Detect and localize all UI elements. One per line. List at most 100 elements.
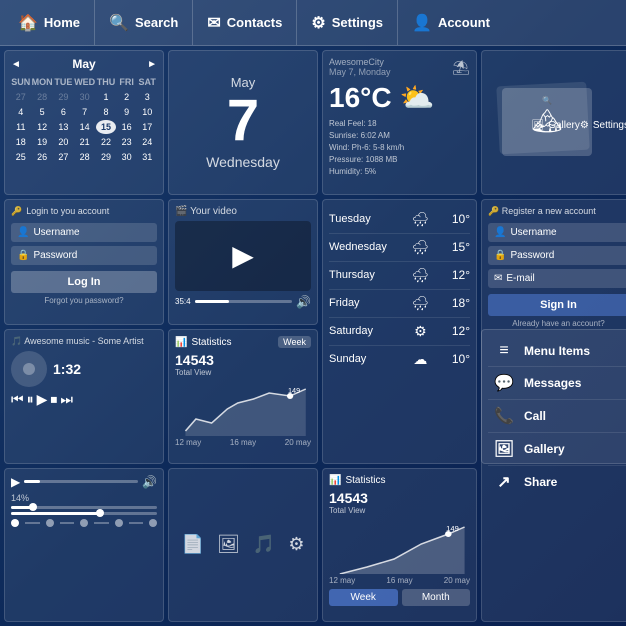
- cal-day[interactable]: 23: [117, 135, 137, 149]
- slider-2-fill: [11, 512, 99, 515]
- cal-day[interactable]: 8: [96, 105, 116, 119]
- cal-day[interactable]: 28: [74, 150, 95, 164]
- cal-day[interactable]: 2: [117, 90, 137, 104]
- cal-day[interactable]: 3: [137, 90, 157, 104]
- stats-week-btn[interactable]: Week: [278, 336, 311, 348]
- calendar-prev[interactable]: ◄: [11, 59, 21, 70]
- cal-day[interactable]: 14: [74, 120, 95, 134]
- volume-icon[interactable]: 🔊: [296, 295, 311, 309]
- forgot-link[interactable]: Forgot you password?: [11, 296, 157, 305]
- next-btn[interactable]: ⏭: [60, 391, 73, 408]
- cal-day-today[interactable]: 15: [96, 120, 116, 134]
- reg-password-field[interactable]: 🔒 Password: [488, 246, 626, 265]
- cal-day[interactable]: 7: [74, 105, 95, 119]
- play-button[interactable]: ▶: [232, 239, 254, 272]
- cal-day[interactable]: 10: [137, 105, 157, 119]
- nav-settings[interactable]: ⚙ Settings: [297, 0, 398, 45]
- nav-contacts[interactable]: ✉ Contacts: [193, 0, 297, 45]
- cal-day[interactable]: 29: [96, 150, 116, 164]
- cal-day[interactable]: 17: [137, 120, 157, 134]
- menu-item-gallery[interactable]: 🖼 Gallery: [488, 433, 626, 466]
- music-disc: [11, 351, 47, 387]
- cal-day[interactable]: 20: [54, 135, 74, 149]
- password-field[interactable]: 🔒 Password: [11, 246, 157, 265]
- tool-document-icon[interactable]: 📄: [182, 534, 204, 555]
- slider-row-1: [11, 506, 157, 509]
- already-link[interactable]: Already have an account?: [488, 319, 626, 328]
- cal-day[interactable]: 1: [96, 90, 116, 104]
- dot-1[interactable]: [11, 519, 19, 527]
- tool-settings-icon[interactable]: ⚙: [288, 534, 304, 555]
- stats2-title: Statistics: [345, 475, 385, 486]
- month-btn[interactable]: Month: [402, 589, 471, 606]
- cal-day[interactable]: 25: [11, 150, 31, 164]
- tool-music-icon[interactable]: 🎵: [253, 534, 275, 555]
- signin-button[interactable]: Sign In: [488, 294, 626, 316]
- nav-home[interactable]: 🏠 Home: [4, 0, 95, 45]
- stats-date-3: 20 may: [285, 438, 311, 447]
- stats-total-view-label: Total View: [175, 368, 311, 377]
- login-button[interactable]: Log In: [11, 271, 157, 293]
- audio-progress-bar[interactable]: [24, 480, 138, 483]
- calendar-grid: SUN MON TUE WED THU FRI SAT 27 28 29 30 …: [11, 75, 157, 164]
- pause-btn[interactable]: ⏸: [27, 391, 34, 408]
- slider-2-thumb[interactable]: [96, 509, 104, 517]
- cal-day[interactable]: 31: [137, 150, 157, 164]
- cal-day[interactable]: 6: [54, 105, 74, 119]
- menu-item-items[interactable]: ≡ Menu Items: [488, 336, 626, 367]
- cal-day[interactable]: 4: [11, 105, 31, 119]
- menu-item-share[interactable]: ↗ Share: [488, 466, 626, 498]
- cal-day[interactable]: 21: [74, 135, 95, 149]
- cal-day[interactable]: 29: [54, 90, 74, 104]
- slider-1-thumb[interactable]: [29, 503, 37, 511]
- stats2-chart: 149: [329, 519, 470, 574]
- slider-2[interactable]: [11, 512, 157, 515]
- cal-day[interactable]: 9: [117, 105, 137, 119]
- music-time: 1:32: [53, 361, 81, 377]
- cal-day[interactable]: 18: [11, 135, 31, 149]
- week-btn[interactable]: Week: [329, 589, 398, 606]
- dot-5[interactable]: [149, 519, 157, 527]
- cal-day[interactable]: 22: [96, 135, 116, 149]
- dot-2[interactable]: [46, 519, 54, 527]
- stats2-chart-dates: 12 may 16 may 20 may: [329, 576, 470, 585]
- nav-search[interactable]: 🔍 Search: [95, 0, 193, 45]
- weather-pressure: Pressure: 1088 MB: [329, 154, 470, 166]
- cal-day[interactable]: 19: [32, 135, 53, 149]
- cal-day[interactable]: 5: [32, 105, 53, 119]
- cal-day[interactable]: 12: [32, 120, 53, 134]
- stats2-total-view-num: 14543: [329, 490, 470, 506]
- audio-play-icon[interactable]: ▶: [11, 475, 20, 489]
- cal-day[interactable]: 30: [117, 150, 137, 164]
- cal-day[interactable]: 16: [117, 120, 137, 134]
- slider-1[interactable]: [11, 506, 157, 509]
- cal-day[interactable]: 27: [54, 150, 74, 164]
- prev-btn[interactable]: ⏮: [11, 391, 24, 408]
- forecast-icon-sun: ☁: [413, 351, 427, 368]
- username-field[interactable]: 👤 Username: [11, 223, 157, 242]
- music-panel: 🎵 Awesome music - Some Artist 1:32 ⏮ ⏸ ▶…: [4, 329, 164, 464]
- video-player[interactable]: ▶: [175, 221, 311, 291]
- cal-day[interactable]: 11: [11, 120, 31, 134]
- reg-email-field[interactable]: ✉ E-mail: [488, 269, 626, 288]
- video-title: Your video: [190, 206, 237, 217]
- cal-day[interactable]: 27: [11, 90, 31, 104]
- dot-4[interactable]: [115, 519, 123, 527]
- cal-day[interactable]: 28: [32, 90, 53, 104]
- cal-day[interactable]: 13: [54, 120, 74, 134]
- play-btn-music[interactable]: ▶: [37, 391, 48, 408]
- menu-item-messages[interactable]: 💬 Messages: [488, 367, 626, 400]
- cal-day[interactable]: 26: [32, 150, 53, 164]
- dot-3[interactable]: [80, 519, 88, 527]
- audio-vol-icon[interactable]: 🔊: [142, 475, 157, 489]
- calendar-next[interactable]: ►: [147, 59, 157, 70]
- video-progress-bar[interactable]: [195, 300, 292, 303]
- tool-image-icon[interactable]: 🖼: [217, 534, 240, 555]
- stats2-panel: 📊 Statistics 14543 Total View 149 12 may…: [322, 468, 477, 623]
- menu-item-call[interactable]: 📞 Call: [488, 400, 626, 433]
- nav-account[interactable]: 👤 Account: [398, 0, 504, 45]
- reg-username-field[interactable]: 👤 Username: [488, 223, 626, 242]
- stop-btn[interactable]: ⏹: [50, 391, 57, 408]
- cal-day[interactable]: 30: [74, 90, 95, 104]
- cal-day[interactable]: 24: [137, 135, 157, 149]
